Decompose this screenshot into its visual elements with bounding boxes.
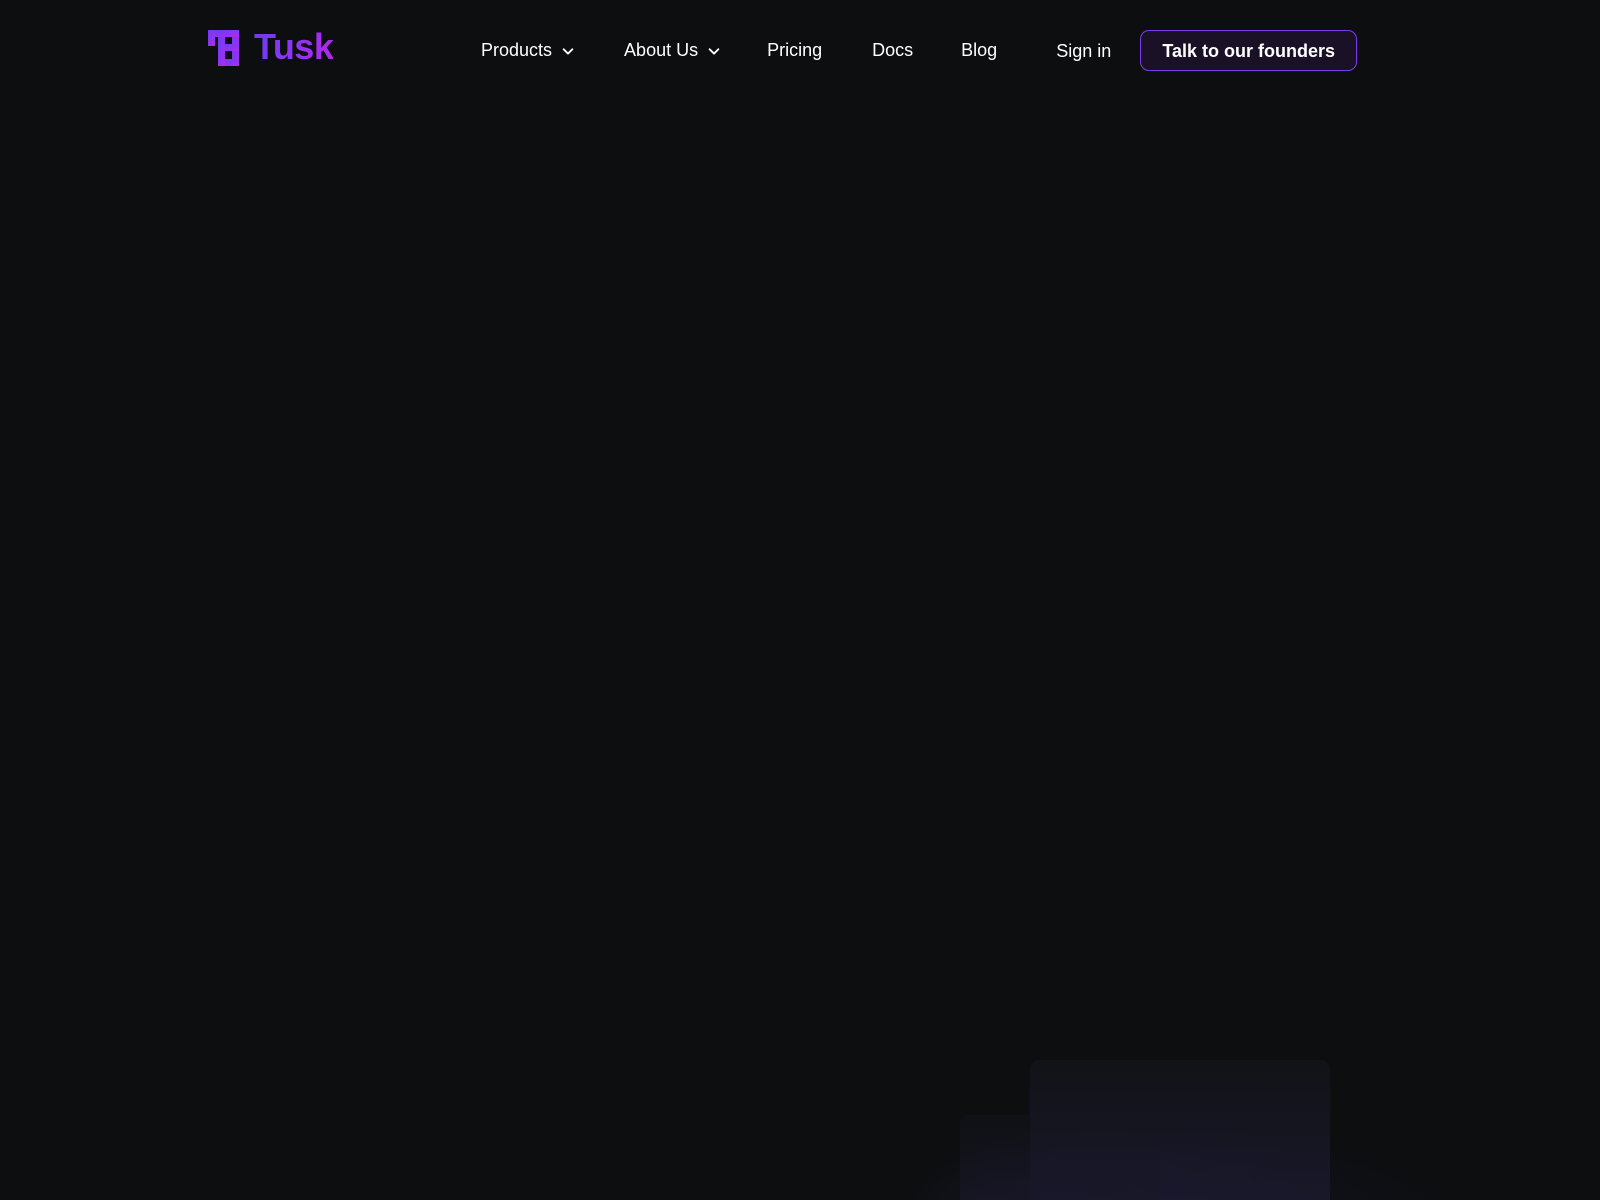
page-root: Tusk Products About Us Pricing Docs Blog… xyxy=(0,0,1600,1200)
nav-item-products[interactable]: Products xyxy=(481,36,575,64)
nav-item-blog-label: Blog xyxy=(961,40,998,60)
below-fold-panel xyxy=(1030,1060,1330,1200)
sign-in-link[interactable]: Sign in xyxy=(1056,31,1111,71)
talk-to-founders-button[interactable]: Talk to our founders xyxy=(1140,30,1357,71)
brand-name: Tusk xyxy=(254,26,334,67)
nav-item-products-label: Products xyxy=(481,40,553,60)
nav-item-docs[interactable]: Docs xyxy=(872,36,913,64)
nav-item-pricing-label: Pricing xyxy=(767,40,823,60)
nav-item-about-us-label: About Us xyxy=(624,40,699,60)
nav-item-blog[interactable]: Blog xyxy=(961,36,997,64)
chevron-down-icon xyxy=(707,42,721,58)
header-actions: Sign in Talk to our founders xyxy=(1056,30,1357,71)
below-fold-glow xyxy=(880,1020,1440,1200)
nav-item-docs-label: Docs xyxy=(872,40,914,60)
brand-logo[interactable]: Tusk xyxy=(208,26,334,67)
tusk-logo-mark-icon xyxy=(208,28,242,66)
main-navigation: Products About Us Pricing Docs Blog xyxy=(481,36,997,64)
nav-item-about-us[interactable]: About Us xyxy=(624,36,721,64)
nav-item-pricing[interactable]: Pricing xyxy=(767,36,822,64)
below-fold-panel-secondary xyxy=(960,1115,1160,1200)
chevron-down-icon xyxy=(561,42,575,58)
site-header: Tusk Products About Us Pricing Docs Blog… xyxy=(0,0,1600,100)
